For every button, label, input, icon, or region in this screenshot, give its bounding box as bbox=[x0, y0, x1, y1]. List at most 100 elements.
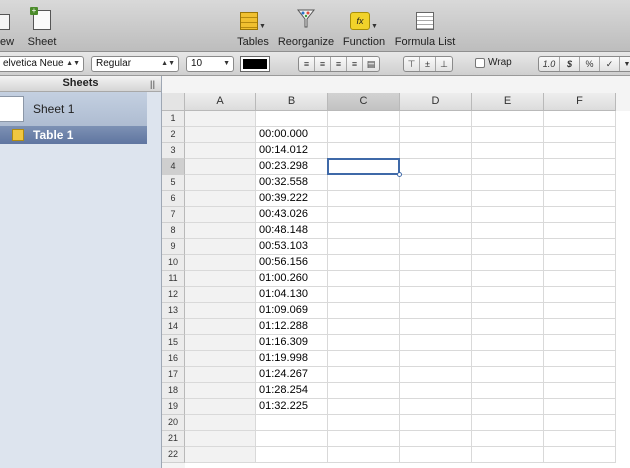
reorganize-button[interactable]: Reorganize bbox=[277, 8, 335, 48]
cell-e18[interactable] bbox=[472, 383, 544, 399]
row-header-22[interactable]: 22 bbox=[162, 447, 185, 463]
cell-f19[interactable] bbox=[544, 399, 616, 415]
cell-a9[interactable] bbox=[185, 239, 256, 255]
cell-e3[interactable] bbox=[472, 143, 544, 159]
row-header-19[interactable]: 19 bbox=[162, 399, 185, 415]
cell-a22[interactable] bbox=[185, 447, 256, 463]
row-header-6[interactable]: 6 bbox=[162, 191, 185, 207]
cell-b11[interactable]: 01:00.260 bbox=[256, 271, 328, 287]
cell-f18[interactable] bbox=[544, 383, 616, 399]
cell-b17[interactable]: 01:24.267 bbox=[256, 367, 328, 383]
cell-d4[interactable] bbox=[400, 159, 472, 175]
cell-d10[interactable] bbox=[400, 255, 472, 271]
percent-format-button[interactable]: % bbox=[580, 57, 600, 71]
row-header-17[interactable]: 17 bbox=[162, 367, 185, 383]
cell-b22[interactable] bbox=[256, 447, 328, 463]
number-format-control[interactable]: 1.0 $ % ✓ ▼ bbox=[538, 56, 630, 72]
row-header-4[interactable]: 4 bbox=[162, 159, 185, 175]
cell-e16[interactable] bbox=[472, 351, 544, 367]
cell-c6[interactable] bbox=[328, 191, 400, 207]
row-header-2[interactable]: 2 bbox=[162, 127, 185, 143]
cell-a14[interactable] bbox=[185, 319, 256, 335]
cell-b2[interactable]: 00:00.000 bbox=[256, 127, 328, 143]
cell-d14[interactable] bbox=[400, 319, 472, 335]
function-button[interactable]: fx ▼ Function bbox=[341, 8, 387, 48]
cell-d5[interactable] bbox=[400, 175, 472, 191]
cell-d3[interactable] bbox=[400, 143, 472, 159]
row-header-1[interactable]: 1 bbox=[162, 111, 185, 127]
cell-e9[interactable] bbox=[472, 239, 544, 255]
cell-d18[interactable] bbox=[400, 383, 472, 399]
vertical-alignment-control[interactable]: ⊤ ± ⊥ bbox=[403, 56, 453, 72]
align-auto-icon[interactable]: ▤ bbox=[363, 57, 379, 71]
currency-format-button[interactable]: $ bbox=[560, 57, 580, 71]
cell-f16[interactable] bbox=[544, 351, 616, 367]
cell-a19[interactable] bbox=[185, 399, 256, 415]
cell-f12[interactable] bbox=[544, 287, 616, 303]
cell-c11[interactable] bbox=[328, 271, 400, 287]
cell-c5[interactable] bbox=[328, 175, 400, 191]
row-header-12[interactable]: 12 bbox=[162, 287, 185, 303]
column-header-d[interactable]: D bbox=[400, 93, 472, 111]
cell-a5[interactable] bbox=[185, 175, 256, 191]
cell-d19[interactable] bbox=[400, 399, 472, 415]
cell-b14[interactable]: 01:12.288 bbox=[256, 319, 328, 335]
cell-e10[interactable] bbox=[472, 255, 544, 271]
row-header-20[interactable]: 20 bbox=[162, 415, 185, 431]
cell-a21[interactable] bbox=[185, 431, 256, 447]
cell-d12[interactable] bbox=[400, 287, 472, 303]
cell-f4[interactable] bbox=[544, 159, 616, 175]
sidebar-item-sheet-1[interactable]: Sheet 1 bbox=[0, 92, 147, 126]
cell-a11[interactable] bbox=[185, 271, 256, 287]
align-bottom-icon[interactable]: ⊥ bbox=[436, 57, 452, 71]
cell-e17[interactable] bbox=[472, 367, 544, 383]
cell-d11[interactable] bbox=[400, 271, 472, 287]
cell-a4[interactable] bbox=[185, 159, 256, 175]
row-header-7[interactable]: 7 bbox=[162, 207, 185, 223]
cell-b12[interactable]: 01:04.130 bbox=[256, 287, 328, 303]
cell-e12[interactable] bbox=[472, 287, 544, 303]
wrap-toggle[interactable]: Wrap bbox=[475, 57, 512, 68]
cell-d7[interactable] bbox=[400, 207, 472, 223]
cell-a15[interactable] bbox=[185, 335, 256, 351]
cell-e1[interactable] bbox=[472, 111, 544, 127]
cell-f5[interactable] bbox=[544, 175, 616, 191]
cell-a12[interactable] bbox=[185, 287, 256, 303]
cell-f14[interactable] bbox=[544, 319, 616, 335]
cell-c22[interactable] bbox=[328, 447, 400, 463]
row-header-3[interactable]: 3 bbox=[162, 143, 185, 159]
cell-f3[interactable] bbox=[544, 143, 616, 159]
align-top-icon[interactable]: ⊤ bbox=[404, 57, 420, 71]
cell-e21[interactable] bbox=[472, 431, 544, 447]
cell-a13[interactable] bbox=[185, 303, 256, 319]
cell-f6[interactable] bbox=[544, 191, 616, 207]
cell-f21[interactable] bbox=[544, 431, 616, 447]
cell-a7[interactable] bbox=[185, 207, 256, 223]
cell-e7[interactable] bbox=[472, 207, 544, 223]
sidebar-item-table-1[interactable]: Table 1 bbox=[0, 126, 147, 144]
cell-a8[interactable] bbox=[185, 223, 256, 239]
cell-c21[interactable] bbox=[328, 431, 400, 447]
cell-b9[interactable]: 00:53.103 bbox=[256, 239, 328, 255]
cell-c19[interactable] bbox=[328, 399, 400, 415]
cell-d6[interactable] bbox=[400, 191, 472, 207]
cell-b20[interactable] bbox=[256, 415, 328, 431]
alignment-segmented-control[interactable]: ≡ ≡ ≡ ≡ ▤ bbox=[298, 56, 380, 72]
cell-d22[interactable] bbox=[400, 447, 472, 463]
cell-d2[interactable] bbox=[400, 127, 472, 143]
cell-c18[interactable] bbox=[328, 383, 400, 399]
more-formats-button[interactable]: ▼ bbox=[620, 57, 630, 71]
cell-c3[interactable] bbox=[328, 143, 400, 159]
cell-f22[interactable] bbox=[544, 447, 616, 463]
cell-b4[interactable]: 00:23.298 bbox=[256, 159, 328, 175]
cell-c17[interactable] bbox=[328, 367, 400, 383]
cell-e20[interactable] bbox=[472, 415, 544, 431]
row-header-21[interactable]: 21 bbox=[162, 431, 185, 447]
spreadsheet-canvas[interactable]: A B C D E F 1 2 00:00.000 3 00:14.012 4 00:23.298 5 00… bbox=[162, 76, 630, 468]
row-header-11[interactable]: 11 bbox=[162, 271, 185, 287]
cell-e15[interactable] bbox=[472, 335, 544, 351]
resize-grip-icon[interactable]: || bbox=[150, 77, 155, 92]
cell-f2[interactable] bbox=[544, 127, 616, 143]
cell-b16[interactable]: 01:19.998 bbox=[256, 351, 328, 367]
cell-d8[interactable] bbox=[400, 223, 472, 239]
